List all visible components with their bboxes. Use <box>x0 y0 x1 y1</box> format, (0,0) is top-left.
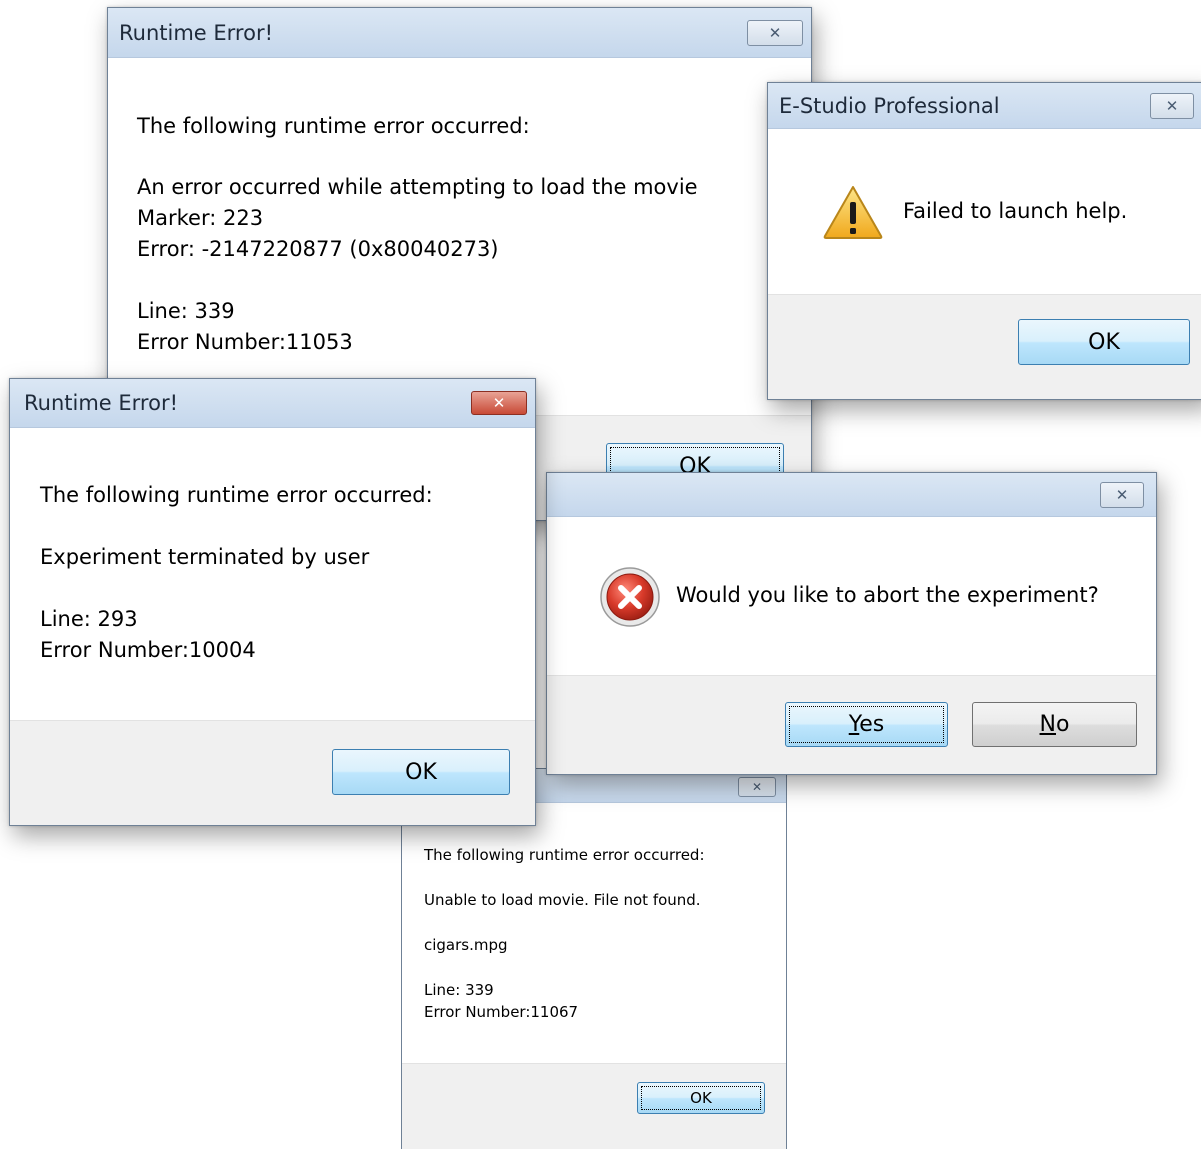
dialog-footer: OK <box>402 1063 786 1149</box>
close-icon: ✕ <box>751 780 763 794</box>
warning-icon <box>823 186 883 239</box>
title-bar[interactable]: E-Studio Professional ✕ <box>768 83 1201 129</box>
error-heading: The following runtime error occurred: <box>424 846 705 864</box>
dialog-body: Would you like to abort the experiment? <box>547 517 1156 676</box>
error-number: Error Number:10004 <box>40 638 256 662</box>
message-text: Failed to launch help. <box>903 199 1128 223</box>
close-button[interactable]: ✕ <box>738 777 776 797</box>
close-icon: ✕ <box>492 394 506 412</box>
ok-button[interactable]: OK <box>1018 319 1190 365</box>
error-description: An error occurred while attempting to lo… <box>137 175 698 199</box>
close-icon: ✕ <box>768 24 782 42</box>
dialog-footer: OK <box>10 720 535 825</box>
ok-label: OK <box>405 759 437 785</box>
title-bar[interactable]: Runtime Error! ✕ <box>108 8 811 58</box>
no-button[interactable]: No <box>972 702 1137 747</box>
yes-label: Yes <box>848 712 885 737</box>
error-line: Line: 339 <box>424 981 494 999</box>
ok-button[interactable]: OK <box>637 1082 765 1114</box>
dialog-body: The following runtime error occurred: Ex… <box>10 428 535 721</box>
error-number: Error Number:11067 <box>424 1003 579 1021</box>
error-line: Line: 339 <box>137 299 235 323</box>
error-line: Line: 293 <box>40 607 138 631</box>
error-heading: The following runtime error occurred: <box>137 114 530 138</box>
dialog-title: Runtime Error! <box>119 20 273 45</box>
close-button[interactable]: ✕ <box>1100 482 1144 508</box>
dialog-body: Failed to launch help. <box>768 129 1201 295</box>
close-icon: ✕ <box>1115 486 1129 504</box>
no-label: No <box>1039 712 1070 737</box>
runtime-error-dialog-left: Runtime Error! ✕ The following runtime e… <box>9 378 536 826</box>
dialog-footer: Yes No <box>547 675 1156 774</box>
close-button[interactable]: ✕ <box>471 391 527 415</box>
error-description: Experiment terminated by user <box>40 545 370 569</box>
close-button[interactable]: ✕ <box>1150 93 1194 119</box>
error-number: Error Number:11053 <box>137 330 353 354</box>
dialog-body: The following runtime error occurred: An… <box>108 58 811 416</box>
close-button[interactable]: ✕ <box>747 20 803 46</box>
error-marker: Marker: 223 <box>137 206 264 230</box>
dialog-title: Runtime Error! <box>24 391 178 415</box>
error-description: Unable to load movie. File not found. <box>424 891 701 909</box>
error-heading: The following runtime error occurred: <box>40 483 433 507</box>
error-code: Error: -2147220877 (0x80040273) <box>137 237 499 261</box>
yes-button[interactable]: Yes <box>785 702 948 747</box>
title-bar[interactable]: Runtime Error! ✕ <box>10 379 535 428</box>
dialog-title: E-Studio Professional <box>779 93 1000 118</box>
message-text: Would you like to abort the experiment? <box>676 583 1099 607</box>
error-icon <box>600 567 660 627</box>
dialog-footer: OK <box>768 294 1201 399</box>
estudio-dialog: E-Studio Professional ✕ Failed to launch… <box>767 82 1201 400</box>
error-filename: cigars.mpg <box>424 936 508 954</box>
ok-label: OK <box>1088 329 1120 355</box>
close-icon: ✕ <box>1165 97 1179 115</box>
abort-experiment-dialog: ✕ Would you like to abort the experiment… <box>546 472 1157 775</box>
ok-label: OK <box>690 1089 712 1107</box>
ok-button[interactable]: OK <box>332 749 510 795</box>
title-bar[interactable]: ✕ <box>547 473 1156 517</box>
dialog-body: The following runtime error occurred: Un… <box>402 803 786 1064</box>
